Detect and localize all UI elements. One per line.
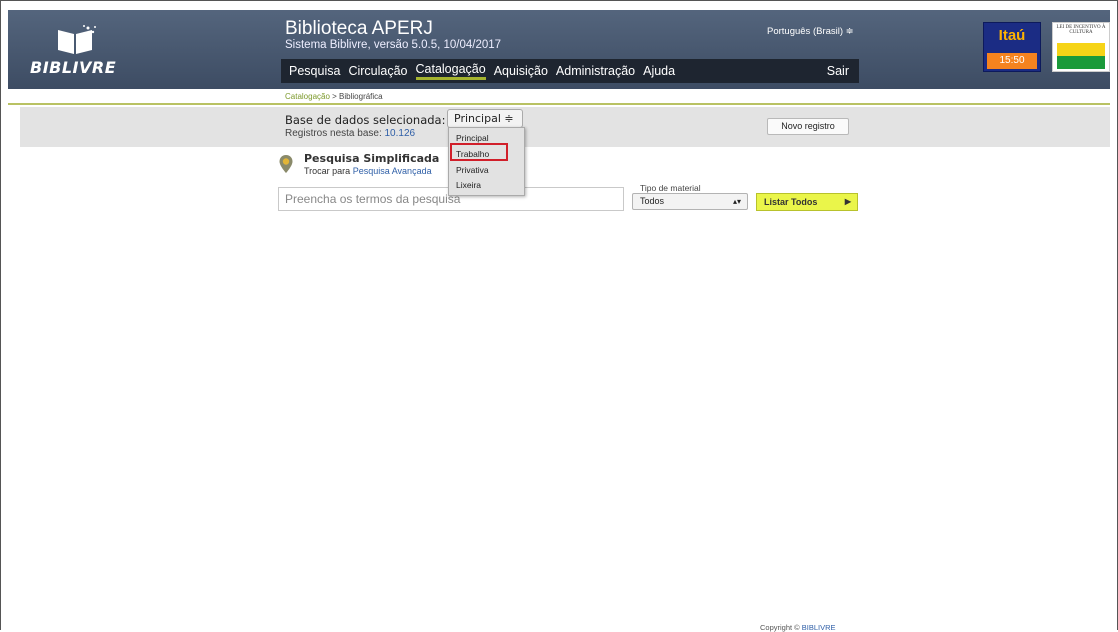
advanced-search-link[interactable]: Pesquisa Avançada: [353, 166, 432, 176]
main-nav: Pesquisa Circulação Catalogação Aquisiçã…: [281, 59, 859, 83]
play-arrow-icon: ▶: [844, 197, 851, 206]
nav-item-ajuda[interactable]: Ajuda: [643, 64, 675, 78]
breadcrumb-current: Bibliográfica: [339, 92, 383, 101]
dropdown-option-privativa[interactable]: Privativa: [456, 165, 489, 175]
records-count-label: Registros nesta base: 10.126: [285, 128, 415, 139]
flag-icon: [1057, 43, 1105, 69]
database-dropdown: Principal Trabalho Privativa Lixeira: [448, 127, 525, 196]
dropdown-option-lixeira[interactable]: Lixeira: [456, 180, 481, 190]
material-type-select[interactable]: Todos ▴▾: [632, 193, 748, 210]
highlight-box: [450, 143, 508, 161]
header: BIBLIVRE Biblioteca APERJ Sistema Bibliv…: [8, 10, 1110, 89]
list-all-label: Listar Todos: [764, 197, 818, 207]
nav-item-administracao[interactable]: Administração: [556, 64, 635, 78]
new-record-button[interactable]: Novo registro: [767, 118, 849, 135]
database-bar: Base de dados selecionada: Principal ≑ R…: [20, 107, 1110, 147]
biblivre-logo[interactable]: BIBLIVRE: [30, 22, 120, 82]
breadcrumb: Catalogação > Bibliográfica: [285, 92, 383, 101]
database-select[interactable]: Principal ≑: [447, 109, 523, 128]
nav-item-aquisicao[interactable]: Aquisição: [494, 64, 548, 78]
clock: 15:50: [987, 53, 1037, 69]
records-count: 10.126: [384, 128, 416, 139]
itau-label: Itaú: [998, 27, 1026, 44]
records-label: Registros nesta base:: [285, 128, 385, 139]
material-type-value: Todos: [640, 196, 665, 206]
system-version: Sistema Biblivre, versão 5.0.5, 10/04/20…: [285, 39, 502, 51]
select-arrows-icon: ▴▾: [732, 197, 741, 206]
nav-item-pesquisa[interactable]: Pesquisa: [289, 64, 340, 78]
location-pin-icon: [279, 155, 293, 173]
switch-search-mode: Trocar para Pesquisa Avançada: [304, 166, 432, 176]
nav-item-circulacao[interactable]: Circulação: [348, 64, 407, 78]
list-all-button[interactable]: Listar Todos ▶: [756, 193, 858, 211]
breadcrumb-separator: >: [329, 92, 340, 101]
copyright-prefix: Copyright ©: [760, 623, 802, 632]
logo-text: BIBLIVRE: [30, 58, 117, 77]
dropdown-option-principal[interactable]: Principal: [456, 133, 489, 143]
library-title: Biblioteca APERJ: [285, 18, 433, 39]
database-label: Base de dados selecionada:: [285, 113, 446, 127]
breadcrumb-link-catalogacao[interactable]: Catalogação: [285, 92, 330, 101]
logout-button[interactable]: Sair: [827, 64, 849, 78]
switch-prefix: Trocar para: [304, 166, 353, 176]
lei-incentivo-logo: LEI DE INCENTIVO À CULTURA: [1052, 22, 1110, 72]
search-mode-title: Pesquisa Simplificada: [304, 152, 440, 165]
itau-logo: Itaú 15:50: [983, 22, 1041, 72]
footer-copyright: Copyright © BIBLIVRE: [760, 623, 836, 632]
book-icon: [58, 25, 96, 54]
breadcrumb-bar: Catalogação > Bibliográfica: [8, 89, 1110, 105]
lei-logo-text: LEI DE INCENTIVO À CULTURA: [1056, 25, 1106, 35]
material-type-label: Tipo de material: [640, 183, 701, 193]
language-select[interactable]: Português (Brasil) ≑: [767, 26, 854, 37]
nav-item-catalogacao[interactable]: Catalogação: [415, 62, 486, 80]
biblivre-link[interactable]: BIBLIVRE: [802, 623, 836, 632]
